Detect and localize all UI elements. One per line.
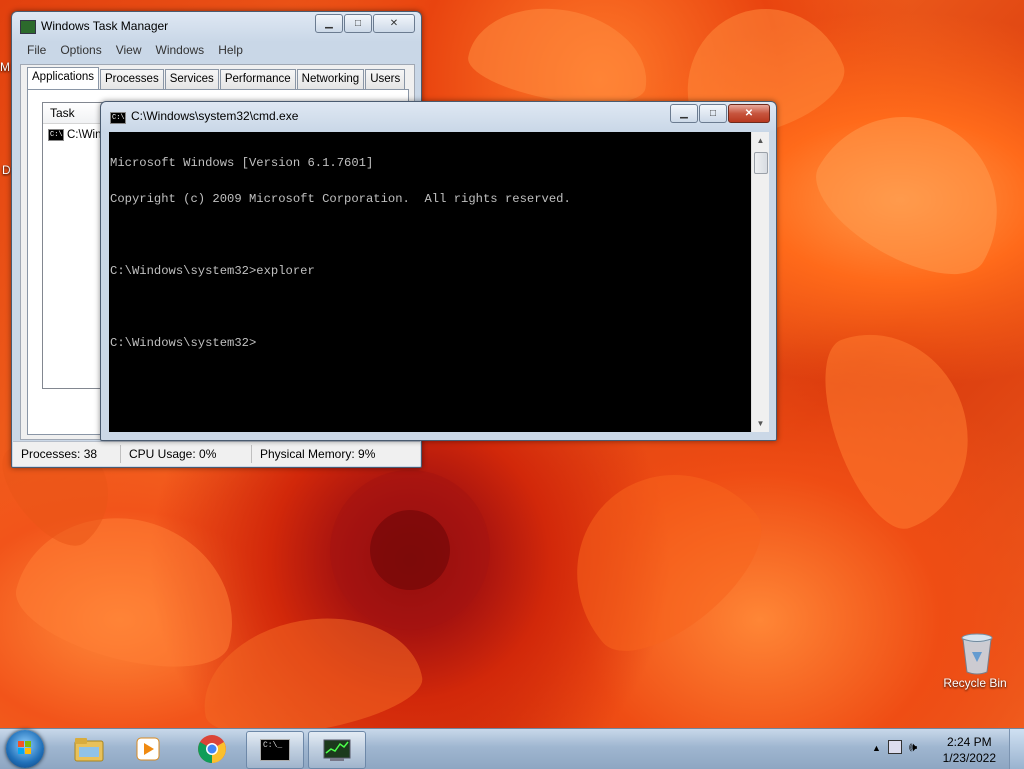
- recycle-bin-shortcut[interactable]: Recycle Bin: [940, 628, 1010, 690]
- windows-logo-icon: [18, 741, 32, 755]
- show-hidden-icons-icon[interactable]: ▲: [872, 743, 881, 753]
- cmd-icon: C:\: [110, 112, 126, 124]
- desktop-icon-label-partial[interactable]: D: [2, 163, 11, 177]
- menu-file[interactable]: File: [20, 43, 53, 57]
- menu-bar: File Options View Windows Help: [20, 43, 250, 57]
- tab-networking[interactable]: Networking: [296, 69, 365, 90]
- menu-help[interactable]: Help: [211, 43, 250, 57]
- console-line: Copyright (c) 2009 Microsoft Corporation…: [110, 192, 571, 206]
- taskbar: C:\_ ▲ 🕪 2:24 PM 1/23/2022: [0, 728, 1024, 769]
- media-player-icon: [136, 737, 160, 761]
- recycle-bin-label: Recycle Bin: [943, 676, 1007, 690]
- taskbar-explorer[interactable]: [61, 731, 117, 767]
- close-icon: ✕: [389, 18, 399, 29]
- clock-time: 2:24 PM: [946, 735, 992, 749]
- tab-performance[interactable]: Performance: [219, 69, 296, 90]
- taskbar-chrome[interactable]: [184, 731, 240, 767]
- cmd-title: C:\Windows\system32\cmd.exe: [131, 109, 299, 123]
- status-bar: Processes: 38 CPU Usage: 0% Physical Mem…: [13, 441, 420, 466]
- status-memory: Physical Memory: 9%: [260, 447, 376, 461]
- maximize-icon: □: [354, 18, 362, 29]
- taskbar-task-manager[interactable]: [308, 731, 366, 769]
- close-icon: ✕: [744, 108, 754, 119]
- clock[interactable]: 2:24 PM 1/23/2022: [943, 734, 996, 766]
- status-cpu: CPU Usage: 0%: [121, 445, 252, 463]
- tab-processes[interactable]: Processes: [100, 69, 164, 90]
- task-manager-titlebar[interactable]: Windows Task Manager ▁ □ ✕: [12, 12, 421, 40]
- scroll-down-icon[interactable]: ▼: [752, 415, 769, 432]
- cmd-icon: C:\_: [260, 739, 290, 761]
- clock-date: 1/23/2022: [942, 751, 996, 765]
- close-button[interactable]: ✕: [728, 104, 770, 123]
- scrollbar-thumb[interactable]: [754, 152, 768, 174]
- status-processes: Processes: 38: [13, 445, 121, 463]
- minimize-button[interactable]: ▁: [315, 14, 343, 33]
- desktop-icon-label-partial[interactable]: M: [0, 60, 10, 74]
- recycle-bin-icon: [960, 632, 993, 675]
- console-output[interactable]: Microsoft Windows [Version 6.1.7601] Cop…: [109, 132, 751, 432]
- menu-view[interactable]: View: [109, 43, 149, 57]
- folder-icon: [74, 738, 104, 762]
- tab-services[interactable]: Services: [164, 69, 219, 90]
- minimize-icon: ▁: [325, 18, 333, 29]
- start-button[interactable]: [6, 730, 44, 768]
- volume-icon[interactable]: 🕪: [909, 739, 917, 755]
- scroll-up-icon[interactable]: ▲: [752, 132, 769, 149]
- console-line: Microsoft Windows [Version 6.1.7601]: [110, 156, 374, 170]
- task-manager-icon: [323, 739, 351, 761]
- show-desktop-button[interactable]: [1009, 729, 1024, 769]
- minimize-button[interactable]: ▁: [670, 104, 698, 123]
- tab-users[interactable]: Users: [365, 69, 406, 90]
- maximize-icon: □: [709, 108, 717, 119]
- chrome-icon: [198, 735, 226, 763]
- close-button[interactable]: ✕: [373, 14, 415, 33]
- notification-area: ▲ 🕪 2:24 PM 1/23/2022: [864, 729, 1024, 769]
- maximize-button[interactable]: □: [699, 104, 727, 123]
- cmd-titlebar[interactable]: C:\ C:\Windows\system32\cmd.exe ▁ □ ✕: [101, 102, 776, 130]
- console-scrollbar[interactable]: ▲ ▼: [751, 132, 769, 432]
- cmd-window[interactable]: C:\ C:\Windows\system32\cmd.exe ▁ □ ✕ Mi…: [100, 101, 777, 441]
- minimize-icon: ▁: [680, 108, 688, 119]
- console-line: C:\Windows\system32>explorer: [110, 264, 315, 278]
- console-prompt-line: C:\Windows\system32>: [110, 336, 257, 350]
- menu-options[interactable]: Options: [53, 43, 108, 57]
- task-manager-icon: [20, 20, 36, 34]
- taskbar-cmd[interactable]: C:\_: [246, 731, 304, 769]
- taskbar-media-player[interactable]: [120, 731, 176, 767]
- menu-windows[interactable]: Windows: [149, 43, 212, 57]
- network-icon[interactable]: [888, 740, 902, 754]
- maximize-button[interactable]: □: [344, 14, 372, 33]
- cmd-icon: C:\: [48, 129, 64, 141]
- task-manager-title: Windows Task Manager: [41, 19, 169, 33]
